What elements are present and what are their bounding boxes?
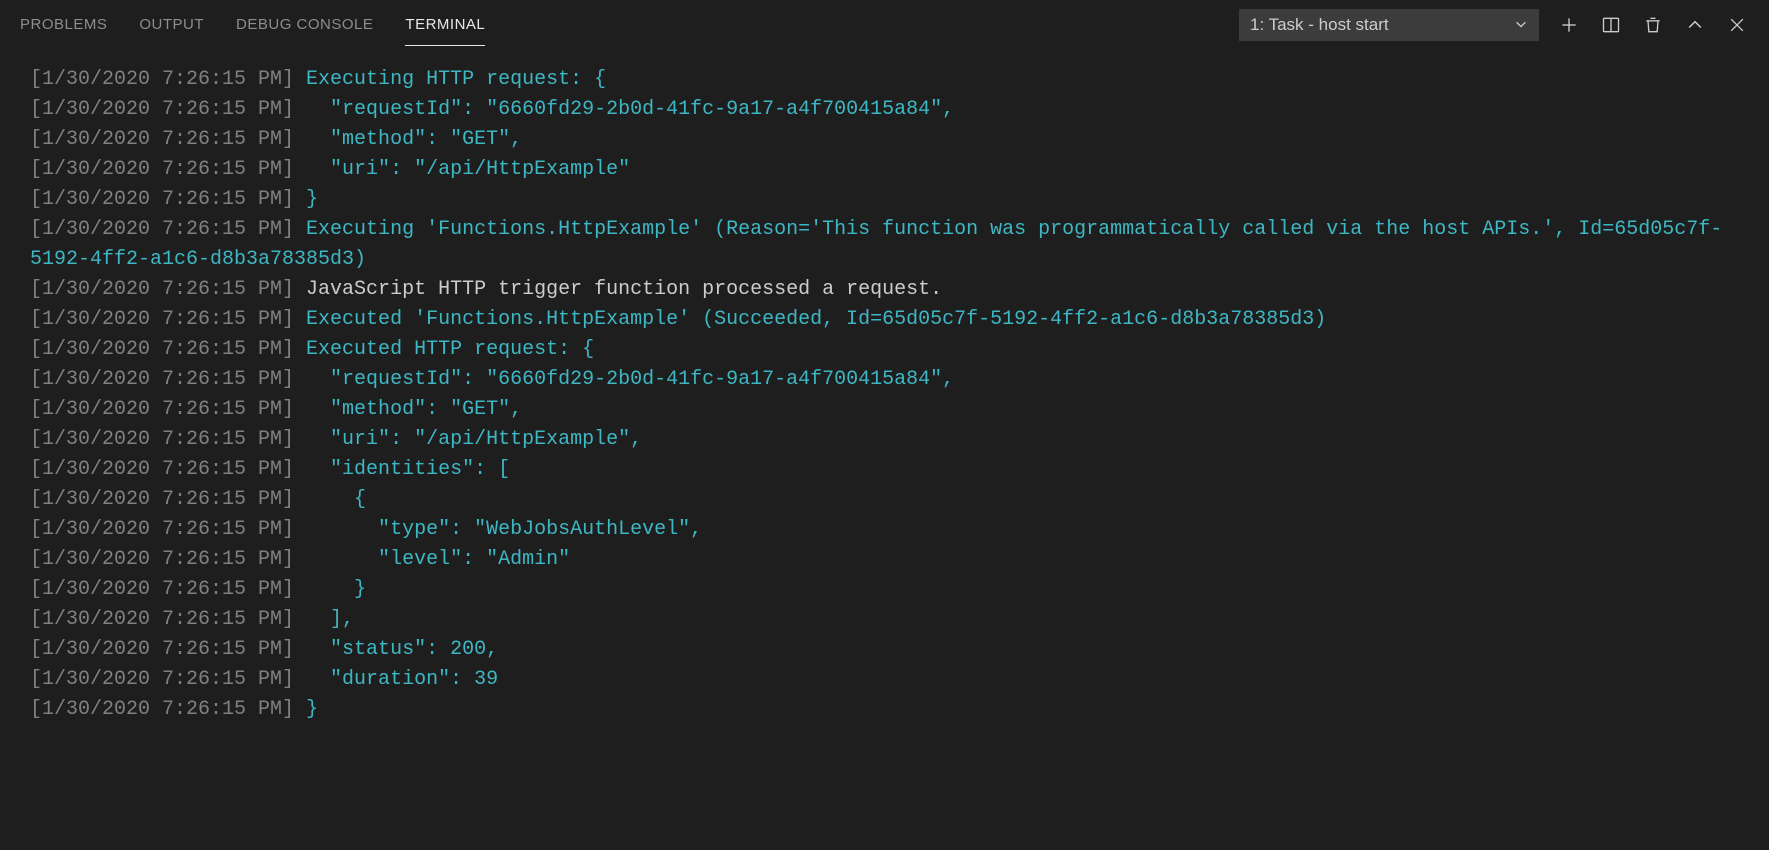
log-message: "duration": 39 — [294, 668, 498, 691]
log-message: "requestId": "6660fd29-2b0d-41fc-9a17-a4… — [294, 98, 954, 121]
log-timestamp: [1/30/2020 7:26:15 PM] — [30, 638, 294, 661]
log-message: "uri": "/api/HttpExample" — [294, 158, 630, 181]
log-timestamp: [1/30/2020 7:26:15 PM] — [30, 488, 294, 511]
log-timestamp: [1/30/2020 7:26:15 PM] — [30, 668, 294, 691]
log-timestamp: [1/30/2020 7:26:15 PM] — [30, 368, 294, 391]
log-line: [1/30/2020 7:26:15 PM] } — [30, 695, 1739, 725]
log-timestamp: [1/30/2020 7:26:15 PM] — [30, 428, 294, 451]
chevron-down-icon — [1514, 17, 1528, 34]
panel-actions: 1: Task - host start — [1239, 9, 1749, 41]
log-timestamp: [1/30/2020 7:26:15 PM] — [30, 458, 294, 481]
panel-header: PROBLEMS OUTPUT DEBUG CONSOLE TERMINAL 1… — [0, 0, 1769, 50]
log-line: [1/30/2020 7:26:15 PM] JavaScript HTTP t… — [30, 275, 1739, 305]
log-line: [1/30/2020 7:26:15 PM] "requestId": "666… — [30, 365, 1739, 395]
log-message: { — [294, 488, 366, 511]
log-message: } — [294, 188, 318, 211]
tab-debug-console[interactable]: DEBUG CONSOLE — [236, 4, 373, 46]
new-terminal-button[interactable] — [1557, 13, 1581, 37]
log-message: "identities": [ — [294, 458, 510, 481]
log-message: "status": 200, — [294, 638, 498, 661]
close-panel-button[interactable] — [1725, 13, 1749, 37]
log-timestamp: [1/30/2020 7:26:15 PM] — [30, 218, 294, 241]
log-timestamp: [1/30/2020 7:26:15 PM] — [30, 548, 294, 571]
log-message: "method": "GET", — [294, 128, 522, 151]
log-timestamp: [1/30/2020 7:26:15 PM] — [30, 578, 294, 601]
log-line: [1/30/2020 7:26:15 PM] "identities": [ — [30, 455, 1739, 485]
terminal-selector-dropdown[interactable]: 1: Task - host start — [1239, 9, 1539, 41]
log-timestamp: [1/30/2020 7:26:15 PM] — [30, 338, 294, 361]
log-line: [1/30/2020 7:26:15 PM] "status": 200, — [30, 635, 1739, 665]
log-line: [1/30/2020 7:26:15 PM] "type": "WebJobsA… — [30, 515, 1739, 545]
log-timestamp: [1/30/2020 7:26:15 PM] — [30, 68, 294, 91]
log-timestamp: [1/30/2020 7:26:15 PM] — [30, 98, 294, 121]
log-line: [1/30/2020 7:26:15 PM] Executed HTTP req… — [30, 335, 1739, 365]
log-timestamp: [1/30/2020 7:26:15 PM] — [30, 128, 294, 151]
log-message: "level": "Admin" — [294, 548, 570, 571]
log-line: [1/30/2020 7:26:15 PM] } — [30, 185, 1739, 215]
log-message: "uri": "/api/HttpExample", — [294, 428, 642, 451]
log-message: Executed 'Functions.HttpExample' (Succee… — [294, 308, 1326, 331]
log-message: JavaScript HTTP trigger function process… — [294, 278, 942, 301]
log-line: [1/30/2020 7:26:15 PM] Executing 'Functi… — [30, 215, 1739, 275]
log-timestamp: [1/30/2020 7:26:15 PM] — [30, 278, 294, 301]
log-timestamp: [1/30/2020 7:26:15 PM] — [30, 398, 294, 421]
log-timestamp: [1/30/2020 7:26:15 PM] — [30, 518, 294, 541]
log-line: [1/30/2020 7:26:15 PM] "uri": "/api/Http… — [30, 425, 1739, 455]
log-message: "requestId": "6660fd29-2b0d-41fc-9a17-a4… — [294, 368, 954, 391]
log-line: [1/30/2020 7:26:15 PM] "level": "Admin" — [30, 545, 1739, 575]
log-line: [1/30/2020 7:26:15 PM] Executed 'Functio… — [30, 305, 1739, 335]
log-message: } — [294, 578, 366, 601]
log-timestamp: [1/30/2020 7:26:15 PM] — [30, 188, 294, 211]
log-line: [1/30/2020 7:26:15 PM] "uri": "/api/Http… — [30, 155, 1739, 185]
log-line: [1/30/2020 7:26:15 PM] "requestId": "666… — [30, 95, 1739, 125]
panel-tabs: PROBLEMS OUTPUT DEBUG CONSOLE TERMINAL — [20, 4, 1239, 46]
log-timestamp: [1/30/2020 7:26:15 PM] — [30, 608, 294, 631]
log-message: "method": "GET", — [294, 398, 522, 421]
kill-terminal-button[interactable] — [1641, 13, 1665, 37]
log-timestamp: [1/30/2020 7:26:15 PM] — [30, 308, 294, 331]
tab-terminal[interactable]: TERMINAL — [405, 4, 485, 46]
log-line: [1/30/2020 7:26:15 PM] Executing HTTP re… — [30, 65, 1739, 95]
terminal-selector-label: 1: Task - host start — [1250, 15, 1389, 35]
log-message: ], — [294, 608, 354, 631]
terminal-output[interactable]: [1/30/2020 7:26:15 PM] Executing HTTP re… — [0, 50, 1769, 740]
log-line: [1/30/2020 7:26:15 PM] { — [30, 485, 1739, 515]
maximize-panel-button[interactable] — [1683, 13, 1707, 37]
log-message: "type": "WebJobsAuthLevel", — [294, 518, 702, 541]
log-line: [1/30/2020 7:26:15 PM] "method": "GET", — [30, 395, 1739, 425]
split-terminal-button[interactable] — [1599, 13, 1623, 37]
tab-problems[interactable]: PROBLEMS — [20, 4, 107, 46]
log-message: Executed HTTP request: { — [294, 338, 594, 361]
log-line: [1/30/2020 7:26:15 PM] "duration": 39 — [30, 665, 1739, 695]
log-line: [1/30/2020 7:26:15 PM] "method": "GET", — [30, 125, 1739, 155]
log-line: [1/30/2020 7:26:15 PM] ], — [30, 605, 1739, 635]
log-timestamp: [1/30/2020 7:26:15 PM] — [30, 698, 294, 721]
tab-output[interactable]: OUTPUT — [139, 4, 204, 46]
log-message: } — [294, 698, 318, 721]
log-timestamp: [1/30/2020 7:26:15 PM] — [30, 158, 294, 181]
log-message: Executing HTTP request: { — [294, 68, 606, 91]
log-line: [1/30/2020 7:26:15 PM] } — [30, 575, 1739, 605]
